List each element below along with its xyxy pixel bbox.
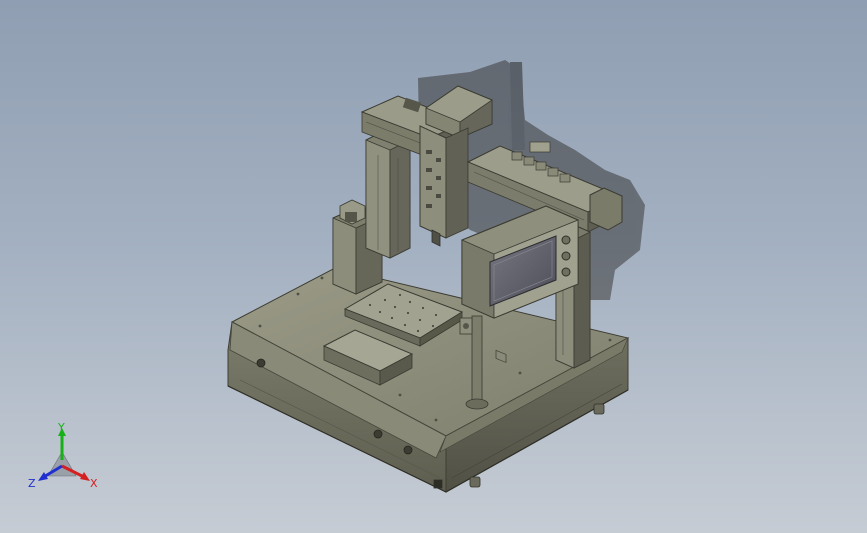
y-axis-label: Y (57, 421, 65, 434)
hmi-buttons[interactable] (561, 235, 571, 277)
gantry-left-post[interactable] (365, 129, 411, 259)
hmi-support-pole (471, 315, 483, 403)
cad-viewport[interactable]: Y X Z (0, 0, 867, 533)
x-axis-arrow-icon (80, 472, 90, 481)
hmi-button-1[interactable] (561, 235, 571, 245)
z-axis-arrow-icon (38, 472, 48, 481)
z-axis-label: Z (28, 477, 36, 490)
hmi-button-3[interactable] (561, 267, 571, 277)
hmi-button-2[interactable] (561, 251, 571, 261)
model-canvas[interactable]: Y X Z (0, 0, 867, 533)
x-axis-label: X (90, 477, 98, 490)
orientation-triad[interactable]: Y X Z (28, 421, 98, 490)
